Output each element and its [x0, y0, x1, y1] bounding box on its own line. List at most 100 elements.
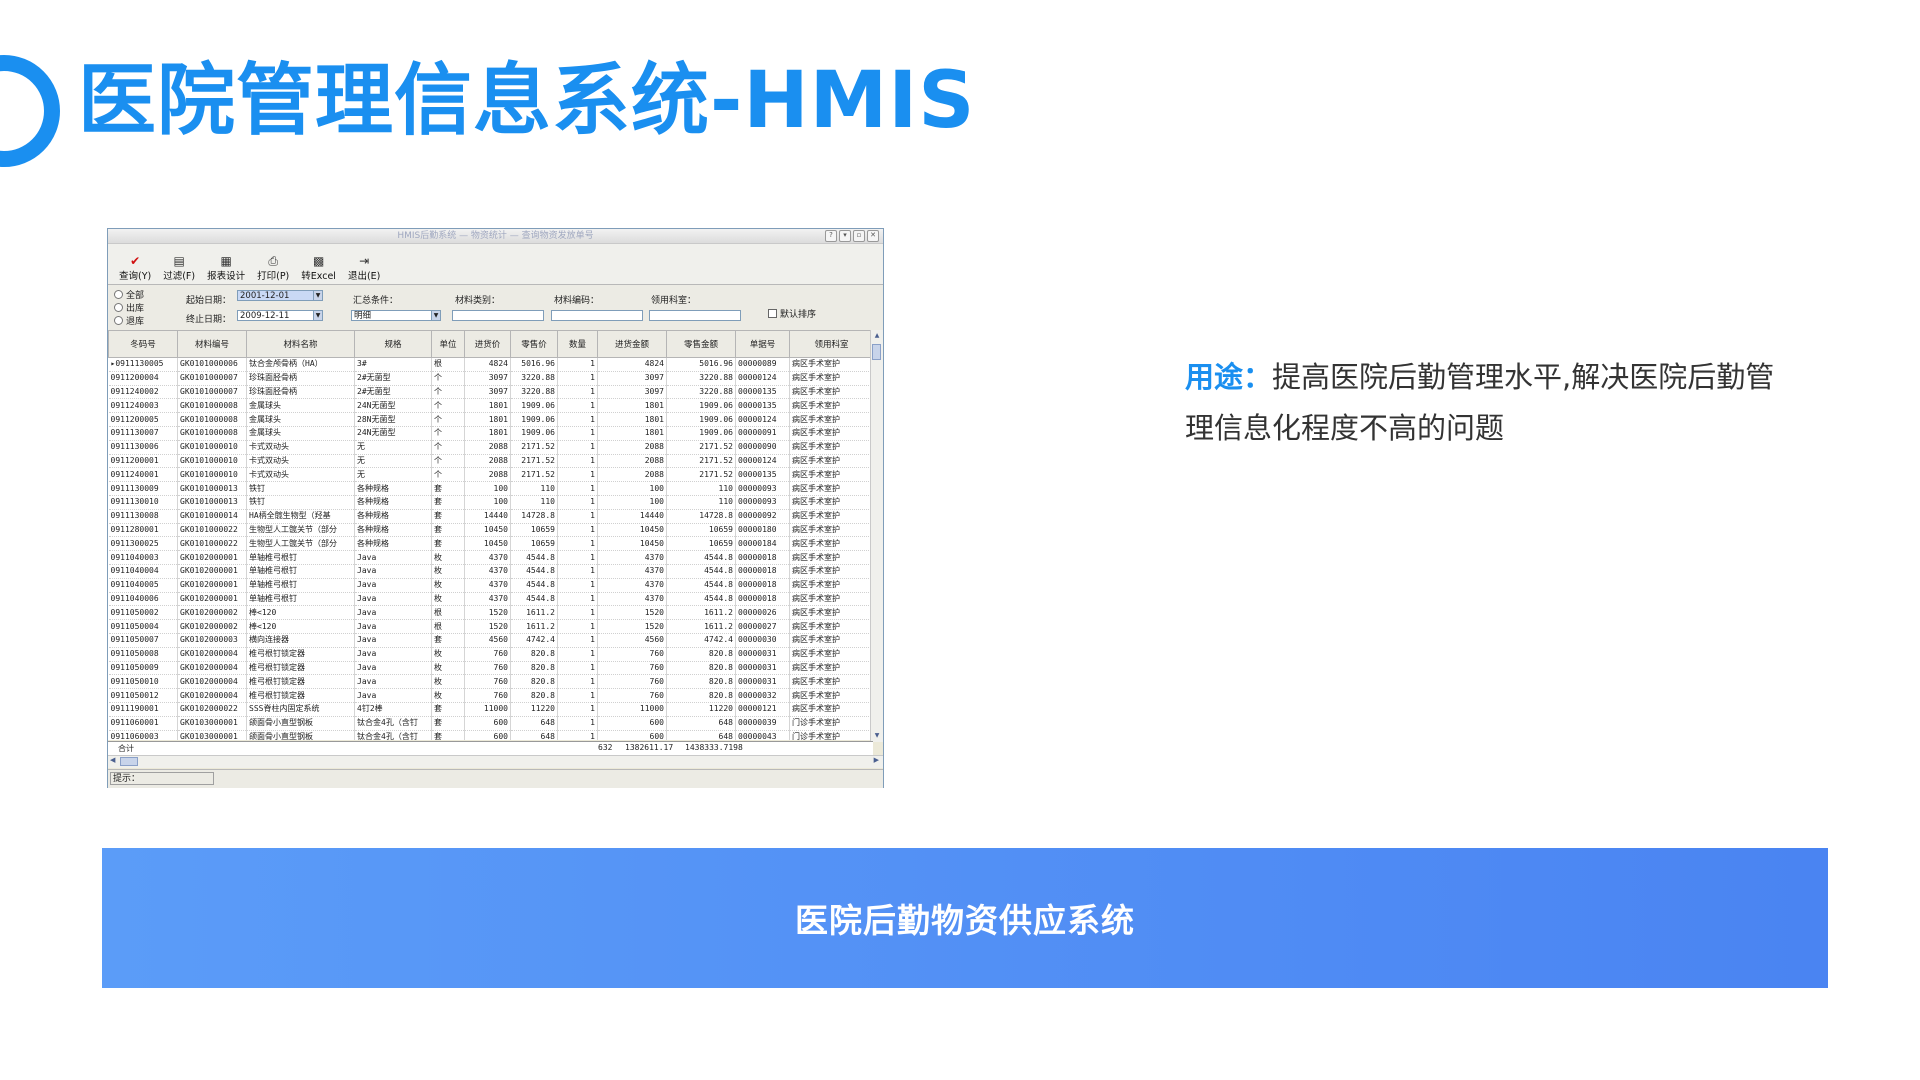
table-cell: 0911240002: [108, 385, 178, 400]
table-cell: 个: [431, 371, 465, 386]
column-header[interactable]: 进货金额: [597, 330, 667, 358]
table-row[interactable]: 0911050009 GK0102000004 椎弓根钉锁定器 Java 枚 760 820…: [108, 661, 873, 676]
scroll-down-icon[interactable]: ▼: [872, 731, 882, 741]
exit-button[interactable]: ⇥ 退出(E): [345, 252, 383, 284]
table-row[interactable]: 0911050004 GK0102000002 棒<120 Java 根 1520 1611…: [108, 619, 873, 634]
exit-label: 退出(E): [347, 271, 381, 282]
table-cell: 1: [557, 550, 598, 565]
table-row[interactable]: 0911130008 GK0101000014 HA柄全髋生物型（羟基 各种规格套 14…: [108, 509, 873, 524]
window-controls: ? ▾ ▫ ✕: [825, 230, 879, 242]
default-sort-label: 默认排序: [780, 310, 817, 320]
table-cell: 820.8: [666, 647, 736, 662]
column-header[interactable]: 单位: [431, 330, 465, 358]
end-date-dropdown-icon[interactable]: ▼: [313, 310, 323, 321]
horizontal-scrollbar[interactable]: ◀ ▶: [108, 755, 883, 768]
help-icon[interactable]: ?: [825, 230, 837, 242]
scroll-thumb[interactable]: [872, 344, 881, 360]
summary-dropdown-icon[interactable]: ▼: [431, 310, 441, 321]
table-cell: GK0102000002: [177, 605, 247, 621]
radio-outbound[interactable]: 出库: [114, 301, 144, 314]
table-cell: GK0101000013: [177, 481, 247, 496]
table-cell: 金属球头: [246, 426, 355, 441]
table-row[interactable]: 0911200004 GK0101000007 珍珠面胫骨柄 2#无菌型个 3097 32…: [108, 371, 873, 386]
column-header[interactable]: 零售金额: [666, 330, 736, 358]
excel-button[interactable]: ▩ 转Excel: [298, 252, 339, 284]
column-header[interactable]: 数量: [557, 330, 598, 358]
radio-return[interactable]: 退库: [114, 314, 144, 327]
table-cell: 0911280001: [108, 523, 178, 538]
table-row[interactable]: 0911040006 GK0102000001 单轴椎弓根钉 Java 枚 4370 454…: [108, 592, 873, 607]
column-header[interactable]: 规格: [354, 330, 432, 358]
table-row[interactable]: 0911130007 GK0101000008 金属球头 24N无菌型个 1801 190…: [108, 426, 873, 441]
table-row[interactable]: 0911050007 GK0102000003 横向连接器 Java 套 4560 4742…: [108, 633, 873, 648]
table-cell: 门诊手术室护: [789, 730, 873, 740]
table-row[interactable]: 0911240002 GK0101000007 珍珠面胫骨柄 2#无菌型个 3097 32…: [108, 385, 873, 400]
scroll-right-icon[interactable]: ▶: [874, 756, 879, 764]
scroll-up-icon[interactable]: ▲: [872, 331, 882, 341]
default-sort-checkbox[interactable]: 默认排序: [768, 307, 816, 320]
table-row[interactable]: 0911130009 GK0101000013 铁钉 各种规格套 100 110 1 100 1…: [108, 481, 873, 496]
table-row[interactable]: 0911200005 GK0101000008 金属球头 28N无菌型个 1801 190…: [108, 412, 873, 427]
table-row[interactable]: 0911040005 GK0102000001 单轴椎弓根钉 Java 枚 4370 454…: [108, 578, 873, 593]
vertical-scrollbar[interactable]: ▲ ▼: [870, 330, 883, 742]
table-cell: 卡式双动头: [246, 440, 355, 455]
table-row[interactable]: 0911040004 GK0102000001 单轴椎弓根钉 Java 枚 4370 454…: [108, 564, 873, 579]
table-cell: 无: [354, 454, 432, 469]
table-row[interactable]: 0911050012 GK0102000004 椎弓根钉锁定器 Java 枚 760 820…: [108, 688, 873, 703]
table-row[interactable]: 0911130006 GK0101000010 卡式双动头无个 2088 2171.52…: [108, 440, 873, 455]
material-code-field[interactable]: [551, 310, 643, 321]
table-cell: 1611.2: [666, 619, 736, 634]
table-cell: 个: [431, 412, 465, 427]
query-button[interactable]: ✔ 查询(Y): [116, 252, 154, 284]
table-row[interactable]: 0911040003 GK0102000001 单轴椎弓根钉 Java 枚 4370 454…: [108, 550, 873, 565]
minimize-icon[interactable]: ▾: [839, 230, 851, 242]
table-row[interactable]: ▸0911130005 GK0101000006 钛合金颅骨柄（HA） 3# 根 4824…: [108, 357, 873, 372]
material-type-field[interactable]: [452, 310, 544, 321]
summary-select[interactable]: 明细: [351, 310, 433, 321]
table-cell: 00000184: [735, 536, 790, 552]
table-row[interactable]: 0911240003 GK0101000008 金属球头 24N无菌型个 1801 190…: [108, 398, 873, 414]
table-row[interactable]: 0911050008 GK0102000004 椎弓根钉锁定器 Java 枚 760 820…: [108, 647, 873, 662]
radio-all[interactable]: 全部: [114, 288, 144, 301]
start-date-dropdown-icon[interactable]: ▼: [313, 290, 323, 301]
dept-field[interactable]: [649, 310, 741, 321]
column-header[interactable]: 零售价: [510, 330, 558, 358]
table-cell: 病区手术室护: [789, 633, 873, 648]
end-date-field[interactable]: 2009-12-11: [237, 310, 315, 321]
start-date-field[interactable]: 2001-12-01: [237, 290, 315, 301]
table-cell: 3220.88: [666, 385, 736, 400]
excel-label: 转Excel: [301, 271, 336, 282]
table-cell: 4544.8: [666, 592, 736, 607]
column-header[interactable]: 冬码号: [108, 330, 178, 358]
totals-retail-amount: 1438333.7198: [685, 743, 743, 752]
column-header[interactable]: 进货价: [464, 330, 511, 358]
table-row[interactable]: 0911130010 GK0101000013 铁钉 各种规格套 100 110 1 100 1…: [108, 495, 873, 510]
horizontal-scroll-thumb[interactable]: [120, 757, 138, 766]
table-row[interactable]: 0911050010 GK0102000004 椎弓根钉锁定器 Java 枚 760 820…: [108, 674, 873, 690]
column-header[interactable]: 领用科室: [789, 330, 873, 358]
table-row[interactable]: 0911300025 GK0101000022 生物型人工髋关节（部分 各种规格套 10…: [108, 536, 873, 552]
table-cell: 病区手术室护: [789, 647, 873, 662]
column-header[interactable]: 材料编号: [177, 330, 247, 358]
table-row[interactable]: 0911240001 GK0101000010 卡式双动头无个 2088 2171.52…: [108, 467, 873, 483]
table-row[interactable]: 0911050002 GK0102000002 棒<120 Java 根 1520 1611…: [108, 605, 873, 621]
table-cell: 820.8: [666, 674, 736, 690]
maximize-icon[interactable]: ▫: [853, 230, 865, 242]
table-cell: 枚: [431, 550, 465, 565]
scroll-left-icon[interactable]: ◀: [110, 756, 115, 764]
table-cell: 钛合金4孔（含钉: [354, 730, 432, 740]
table-row[interactable]: 0911060001 GK0103000001 颌面骨小直型钢板 钛合金4孔（含钉套 6…: [108, 716, 873, 731]
table-cell: 1: [557, 467, 598, 483]
report-design-button[interactable]: ▦ 报表设计: [204, 252, 248, 284]
totals-label: 合计: [118, 744, 134, 753]
table-cell: 1: [557, 619, 598, 634]
close-icon[interactable]: ✕: [867, 230, 879, 242]
column-header[interactable]: 单据号: [735, 330, 790, 358]
column-header[interactable]: 材料名称: [246, 330, 355, 358]
filter-button[interactable]: ▤ 过滤(F): [160, 252, 198, 284]
table-row[interactable]: 0911060003 GK0103000001 颌面骨小直型钢板 钛合金4孔（含钉套 6…: [108, 730, 873, 740]
table-row[interactable]: 0911200001 GK0101000010 卡式双动头无个 2088 2171.52…: [108, 454, 873, 469]
table-row[interactable]: 0911190001 GK0102000022 SSS脊柱内固定系统 4钉2棒套 110…: [108, 702, 873, 717]
table-row[interactable]: 0911280001 GK0101000022 生物型人工髋关节（部分 各种规格套 10…: [108, 523, 873, 538]
print-button[interactable]: ⎙ 打印(P): [254, 252, 292, 284]
